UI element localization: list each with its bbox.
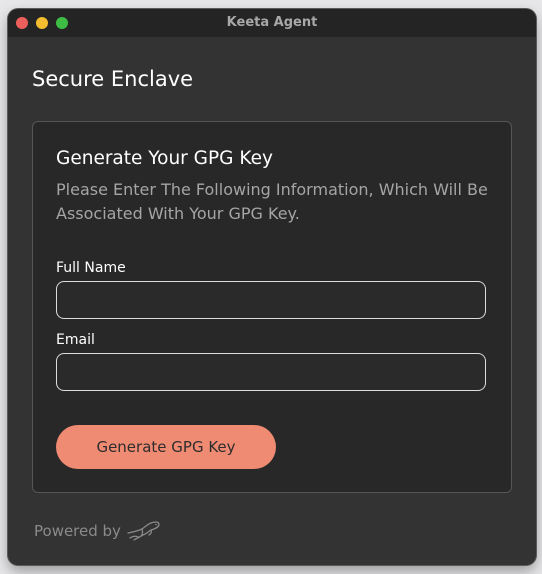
powered-by-label: Powered by	[34, 522, 121, 540]
gpg-key-card: Generate Your GPG Key Please Enter The F…	[32, 121, 512, 493]
full-name-label: Full Name	[56, 260, 126, 276]
email-label: Email	[56, 332, 95, 348]
page-title: Secure Enclave	[32, 67, 194, 91]
window-title: Keeta Agent	[226, 15, 318, 30]
card-title: Generate Your GPG Key	[56, 148, 273, 169]
keeta-logo-icon	[127, 519, 161, 543]
title-bar: Keeta Agent	[8, 9, 536, 37]
email-field[interactable]	[56, 353, 486, 391]
card-description: Please Enter The Following Information, …	[56, 180, 488, 223]
footer: Powered by	[34, 518, 161, 544]
app-window: Keeta Agent Secure Enclave Generate Your…	[8, 9, 536, 565]
full-name-field[interactable]	[56, 281, 486, 319]
generate-gpg-key-button[interactable]: Generate GPG Key	[56, 425, 276, 469]
